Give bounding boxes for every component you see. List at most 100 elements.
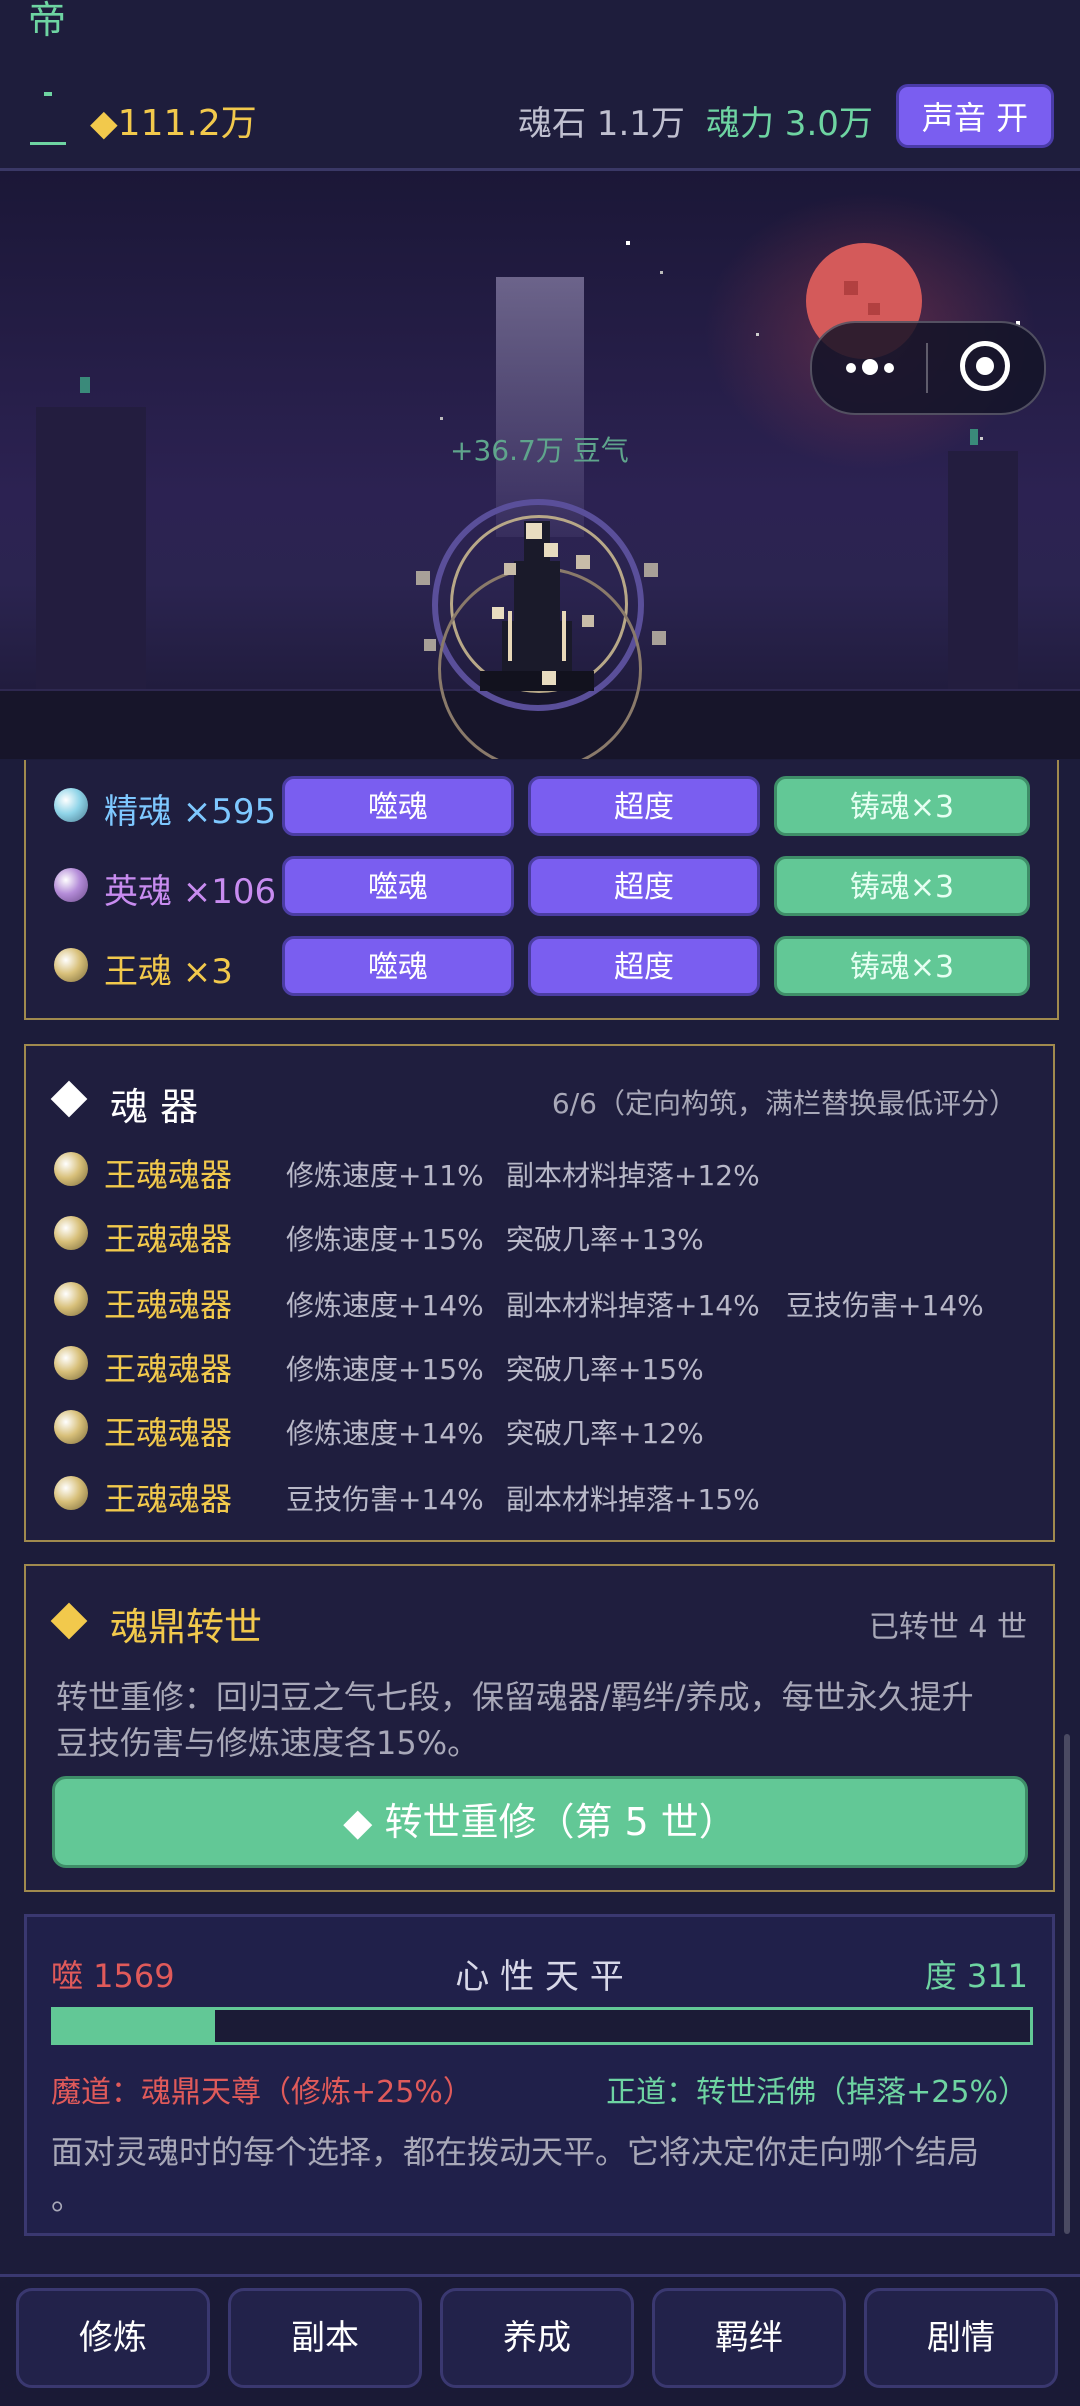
devour-button[interactable]: 噬魂 [282,776,514,836]
tower-left-light [80,377,90,393]
particle [644,563,658,577]
king-soul-orb-icon [54,1346,88,1380]
rebirth-description-cont: 豆技伤害与修炼速度各15%。 [56,1724,480,1762]
star [756,333,759,336]
good-path-label: 正道：转世活佛（掉落+25%） [606,2075,1028,2110]
release-button[interactable]: 超度 [528,936,760,996]
light-pillar [496,277,584,537]
nav-story[interactable]: 剧情 [864,2288,1058,2388]
close-target-icon[interactable] [960,341,1010,391]
particle [492,607,504,619]
king-soul-orb-icon [54,1216,88,1250]
realm-marker [44,92,52,96]
particle [582,615,594,627]
capsule-divider [926,343,928,393]
king-soul-orb-icon [54,1152,88,1186]
release-button[interactable]: 超度 [528,856,760,916]
artifact-row[interactable]: 王魂魂器 豆技伤害+14% 副本材料掉落+15% [26,1464,1053,1524]
particle [576,555,590,569]
artifact-row[interactable]: 王魂魂器 修炼速度+15% 突破几率+13% [26,1204,1053,1264]
artifact-name: 王魂魂器 [104,1414,233,1452]
floating-gain-text: +36.7万 豆气 [450,434,629,467]
artifact-name: 王魂魂器 [104,1156,233,1194]
forge-button[interactable]: 铸魂×3 [774,776,1030,836]
artifact-attr: 副本材料掉落+12% [506,1159,760,1192]
rebirth-title: 魂鼎转世 [110,1605,263,1649]
artifact-attr: 突破几率+12% [506,1417,704,1450]
soul-name: 英魂 ×106 [104,872,277,912]
soul-row: 精魂 ×595 噬魂 超度 铸魂×3 [26,770,1057,840]
rebirth-count: 已转世 4 世 [868,1610,1027,1645]
particle [652,631,666,645]
star [440,417,443,420]
particle [424,639,436,651]
star [660,271,663,274]
artifact-attr: 副本材料掉落+15% [506,1483,760,1516]
artifact-name: 王魂魂器 [104,1220,233,1258]
top-status-bar: 帝 ◆111.2万 魂石 1.1万 魂力 3.0万 声音 开 [0,0,1080,171]
soul-inventory-panel: 精魂 ×595 噬魂 超度 铸魂×3 英魂 ×106 噬魂 超度 铸魂×3 王魂… [24,760,1059,1020]
cultivation-scene: +36.7万 豆气 [0,171,1080,759]
sound-toggle-button[interactable]: 声音 开 [896,84,1054,148]
star [626,241,630,245]
balance-bar-fill [54,2010,216,2042]
devour-button[interactable]: 噬魂 [282,936,514,996]
artifact-name: 王魂魂器 [104,1480,233,1518]
forge-button[interactable]: 铸魂×3 [774,936,1030,996]
gold-diamond-icon [50,1602,88,1640]
soul-name: 精魂 ×595 [104,792,277,832]
hero-soul-orb-icon [54,868,88,902]
soul-row: 英魂 ×106 噬魂 超度 铸魂×3 [26,850,1057,920]
artifact-row[interactable]: 王魂魂器 修炼速度+15% 突破几率+15% [26,1334,1053,1394]
soul-row: 王魂 ×3 噬魂 超度 铸魂×3 [26,930,1057,1000]
balance-note: 面对灵魂时的每个选择，都在拨动天平。它将决定你走向哪个结局 [51,2133,980,2171]
mini-program-capsule [810,321,1046,415]
more-menu-icon[interactable] [842,345,898,389]
artifact-name: 王魂魂器 [104,1286,233,1324]
particle [504,563,516,575]
devour-button[interactable]: 噬魂 [282,856,514,916]
king-soul-orb-icon [54,1282,88,1316]
nav-bond[interactable]: 羁绊 [652,2288,846,2388]
soul-artifacts-panel: 魂 器 6/6（定向构筑，满栏替换最低评分） 王魂魂器 修炼速度+11% 副本材… [24,1044,1055,1542]
artifact-attr: 修炼速度+11% [286,1159,484,1192]
particle [416,571,430,585]
king-soul-orb-icon [54,1410,88,1444]
nav-dungeon[interactable]: 副本 [228,2288,422,2388]
rebirth-button[interactable]: ◆ 转世重修（第 5 世） [52,1776,1028,1868]
forge-button[interactable]: 铸魂×3 [774,856,1030,916]
artifact-attr: 豆技伤害+14% [286,1483,484,1516]
balance-note-cont: 。 [51,2179,84,2217]
rebirth-panel: 魂鼎转世 已转世 4 世 转世重修：回归豆之气七段，保留魂器/羁绊/养成，每世永… [24,1564,1055,1892]
particle [526,523,542,539]
artifact-summary: 6/6（定向构筑，满栏替换最低评分） [551,1087,1017,1120]
artifact-attr: 修炼速度+15% [286,1223,484,1256]
gold-amount: ◆111.2万 [90,103,257,144]
artifact-row[interactable]: 王魂魂器 修炼速度+14% 副本材料掉落+14% 豆技伤害+14% [26,1270,1053,1330]
artifact-attr: 副本材料掉落+14% [506,1289,760,1322]
artifact-attr: 突破几率+13% [506,1223,704,1256]
balance-title: 心 性 天 平 [455,1957,624,1997]
panel-title: 魂 器 [110,1085,199,1129]
soul-power-amount: 魂力 3.0万 [706,104,873,144]
king-soul-orb-icon [54,948,88,982]
artifact-row[interactable]: 王魂魂器 修炼速度+14% 突破几率+12% [26,1398,1053,1458]
rebirth-description: 转世重修：回归豆之气七段，保留魂器/羁绊/养成，每世永久提升 [56,1678,974,1716]
artifact-attr: 修炼速度+14% [286,1417,484,1450]
particle [544,543,558,557]
nav-cultivate[interactable]: 修炼 [16,2288,210,2388]
artifact-attr: 突破几率+15% [506,1353,704,1386]
artifact-row[interactable]: 王魂魂器 修炼速度+11% 副本材料掉落+12% [26,1140,1053,1200]
cultivator-figure [480,521,594,691]
release-button[interactable]: 超度 [528,776,760,836]
nav-nurture[interactable]: 养成 [440,2288,634,2388]
diamond-icon [50,1080,88,1118]
realm-title: 帝 [28,0,67,42]
tower-right-light [970,429,978,445]
artifact-name: 王魂魂器 [104,1350,233,1388]
scrollbar-thumb[interactable] [1064,1734,1070,2234]
artifact-attr: 修炼速度+14% [286,1289,484,1322]
artifact-attr: 豆技伤害+14% [786,1289,984,1322]
star [980,437,983,440]
spirit-soul-orb-icon [54,788,88,822]
